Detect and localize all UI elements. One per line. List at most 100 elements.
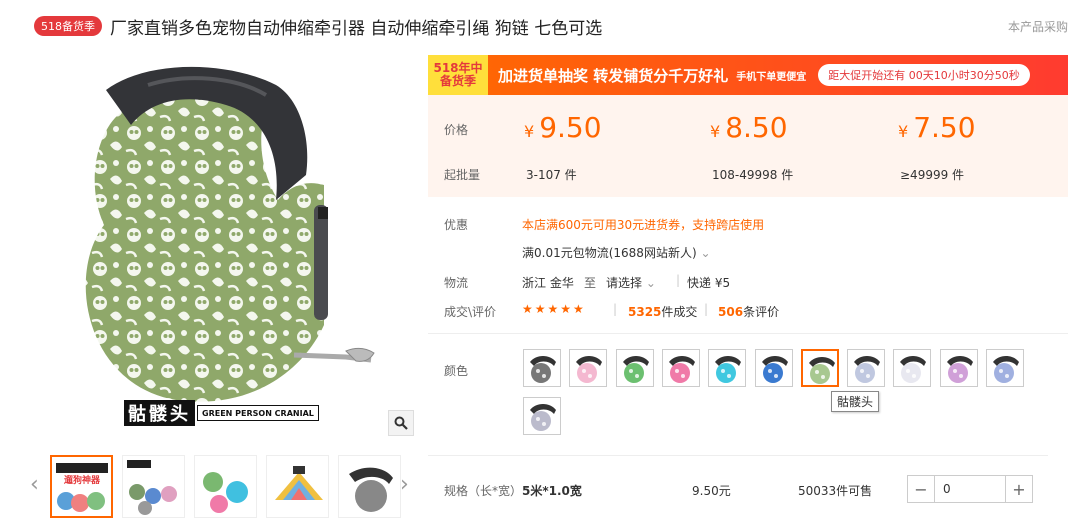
shipping-promo[interactable]: 满0.01元包物流(1688网站新人) ⌄ xyxy=(522,244,711,261)
swatch-image xyxy=(524,398,560,434)
zoom-button[interactable] xyxy=(388,410,414,436)
thumbnail[interactable] xyxy=(266,455,329,518)
shipping-promo-text: 满0.01元包物流(1688网站新人) xyxy=(522,246,697,260)
color-swatch[interactable] xyxy=(569,349,608,387)
color-swatch[interactable] xyxy=(986,349,1024,387)
increment-button[interactable]: + xyxy=(1006,476,1032,502)
color-label: 颜色 xyxy=(444,364,469,378)
svg-text:遛狗神器: 遛狗神器 xyxy=(63,474,101,486)
price-tier-3: ¥7.50 xyxy=(898,111,976,144)
banner-subtext: 手机下单更便宜 xyxy=(736,71,807,83)
coupon-text[interactable]: 本店满600元可用30元进货券，支持跨店使用 xyxy=(522,216,764,233)
quantity-input[interactable]: 0 xyxy=(934,476,1006,502)
spec-label: 规格（长*宽） xyxy=(444,484,523,498)
swatch-image xyxy=(709,350,746,386)
deal-review-label: 成交\评价 xyxy=(444,305,497,319)
currency-symbol: ¥ xyxy=(898,122,909,141)
banner-badge-line2: 备货季 xyxy=(439,74,476,88)
promo-countdown: 距大促开始还有 00天10小时30分50秒 xyxy=(818,64,1030,86)
origin-text: 浙江 金华 xyxy=(522,276,574,290)
destination-select[interactable]: 请选择 ⌄ xyxy=(606,274,656,291)
magnifier-icon xyxy=(394,416,408,430)
qty-tier-3: ≥49999 件 xyxy=(900,168,965,182)
swatch-image xyxy=(894,350,931,386)
swatch-image xyxy=(570,350,607,386)
thumb-prev-arrow[interactable]: ‹ xyxy=(30,472,39,497)
divider: | xyxy=(704,302,709,316)
title-row: 518备货季 厂家直销多色宠物自动伸缩牵引器 自动伸缩牵引绳 狗链 七色可选 本… xyxy=(34,14,1068,39)
banner-text: 加进货单抽奖 转发铺货分千万好礼 xyxy=(498,66,729,85)
thumbnail[interactable]: 遛狗神器 xyxy=(50,455,113,518)
stock-available: 50033件可售 xyxy=(798,484,873,498)
price-value: 7.50 xyxy=(913,111,976,144)
deals-count-link[interactable]: 5325件成交 xyxy=(628,303,697,320)
procurement-notice[interactable]: 本产品采购 xyxy=(1008,18,1068,35)
thumbnail-image xyxy=(123,456,184,517)
destination-value: 请选择 xyxy=(606,276,643,290)
divider: | xyxy=(613,302,618,316)
swatch-image xyxy=(848,350,885,386)
thumbnail-image xyxy=(195,456,256,517)
price-panel: 价格 起批量 ¥9.50 3-107 件 ¥8.50 108-49998 件 ¥… xyxy=(428,95,1068,197)
color-swatch[interactable] xyxy=(754,349,793,387)
thumbnail[interactable] xyxy=(338,455,401,518)
color-tooltip: 骷髅头 xyxy=(831,391,880,412)
brand-strip: 骷髅头 GREEN PERSON CRANIAL xyxy=(124,400,329,426)
price-tier-1: ¥9.50 xyxy=(524,111,602,144)
reviews-suffix: 条评价 xyxy=(743,305,780,319)
chevron-down-icon: ⌄ xyxy=(700,246,711,260)
color-swatch[interactable] xyxy=(939,349,978,387)
spec-value: 5米*1.0宽 xyxy=(522,484,582,498)
color-swatch[interactable] xyxy=(523,397,561,435)
promo-badge[interactable]: 518备货季 xyxy=(34,16,102,36)
color-swatch[interactable] xyxy=(661,349,700,387)
banner-badge: 518年中 备货季 xyxy=(428,55,488,95)
thumbnail[interactable] xyxy=(122,455,185,518)
color-swatch[interactable] xyxy=(615,349,654,387)
thumbnail-strip: 遛狗神器 xyxy=(50,455,401,518)
section-divider xyxy=(428,455,1048,456)
swatch-image xyxy=(940,350,977,386)
thumbnail-image xyxy=(339,456,400,517)
swatch-image xyxy=(616,350,653,386)
decrement-button[interactable]: − xyxy=(908,476,934,502)
divider: | xyxy=(676,273,681,287)
reviews-count-link[interactable]: 506条评价 xyxy=(718,303,779,320)
color-swatch[interactable] xyxy=(800,349,839,387)
min-order-label: 起批量 xyxy=(444,168,481,182)
price-value: 9.50 xyxy=(539,111,602,144)
section-divider xyxy=(428,333,1068,334)
spec-price: 9.50元 xyxy=(692,484,731,498)
deals-count: 5325 xyxy=(628,305,662,319)
express-fee: 快递 ¥5 xyxy=(687,276,731,290)
currency-symbol: ¥ xyxy=(524,122,535,141)
price-label: 价格 xyxy=(444,123,469,137)
color-swatch[interactable] xyxy=(708,349,747,387)
thumb-next-arrow[interactable]: › xyxy=(400,472,409,497)
swatch-image xyxy=(987,350,1023,386)
qty-tier-1: 3-107 件 xyxy=(526,168,577,182)
qty-tier-2: 108-49998 件 xyxy=(712,168,794,182)
promo-banner[interactable]: 518年中 备货季 加进货单抽奖 转发铺货分千万好礼 手机下单更便宜 距大促开始… xyxy=(428,55,1068,95)
thumbnail-image xyxy=(267,456,328,517)
to-text: 至 xyxy=(584,276,597,290)
logistics-label: 物流 xyxy=(444,276,469,290)
brand-name-en: GREEN PERSON CRANIAL xyxy=(197,405,319,421)
swatch-image xyxy=(802,351,837,385)
swatch-image xyxy=(755,350,792,386)
quantity-stepper: − 0 + xyxy=(907,475,1033,503)
main-product-image[interactable] xyxy=(56,55,418,445)
discount-label: 优惠 xyxy=(444,218,469,232)
color-swatch[interactable] xyxy=(847,349,886,387)
color-swatch[interactable] xyxy=(523,349,561,387)
reviews-count: 506 xyxy=(718,305,744,319)
brand-name-cn: 骷髅头 xyxy=(124,400,195,426)
thumbnail[interactable] xyxy=(194,455,257,518)
color-swatch[interactable] xyxy=(893,349,932,387)
rating-stars-icon: ★★★★★ xyxy=(522,302,586,316)
currency-symbol: ¥ xyxy=(710,122,721,141)
swatch-image xyxy=(524,350,560,386)
swatch-image xyxy=(662,350,699,386)
chevron-down-icon: ⌄ xyxy=(645,276,656,290)
price-tier-2: ¥8.50 xyxy=(710,111,788,144)
